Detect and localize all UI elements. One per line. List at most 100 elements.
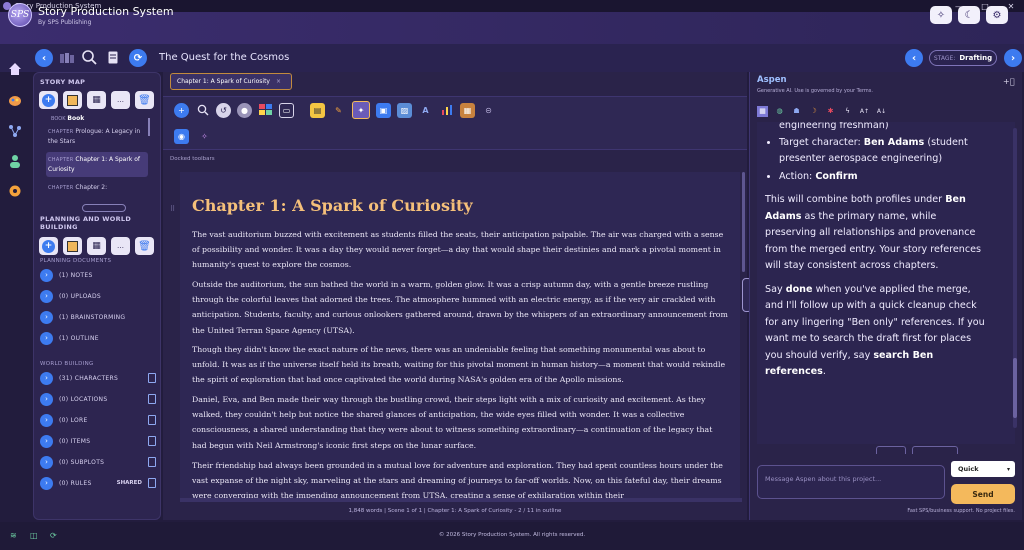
nav-label: (31) CHARACTERS — [59, 374, 119, 382]
back-button[interactable]: ‹ — [35, 49, 53, 67]
picture-icon[interactable]: ▨ — [397, 102, 412, 118]
moon-icon[interactable]: ☽ — [808, 106, 819, 117]
theme-toggle-button[interactable]: ☾ — [958, 6, 980, 24]
image-button[interactable] — [63, 237, 82, 255]
palette-icon[interactable] — [8, 94, 22, 108]
reply-button[interactable] — [912, 446, 958, 454]
home-icon[interactable] — [8, 62, 22, 76]
stage-selector[interactable]: STAGE: Drafting — [929, 50, 997, 66]
editor-scrollbar[interactable] — [742, 172, 745, 272]
tree-scrollbar[interactable] — [148, 118, 150, 136]
globe-icon[interactable]: ◍ — [774, 106, 785, 117]
next-stage-button[interactable]: › — [1004, 49, 1022, 67]
paragraph[interactable]: Their friendship had always been grounde… — [192, 458, 728, 498]
bot-icon[interactable]: ☗ — [791, 106, 802, 117]
magic-wand-button[interactable]: ✧ — [930, 6, 952, 24]
bug-icon[interactable]: ✱ — [825, 106, 836, 117]
paragraph[interactable]: The vast auditorium buzzed with exciteme… — [192, 227, 728, 273]
chart-icon[interactable] — [439, 103, 454, 118]
nav-rules[interactable]: › (0) RULES SHARED — [40, 475, 156, 491]
document-icon[interactable] — [148, 373, 156, 383]
add-button[interactable]: + — [39, 237, 58, 255]
app-subtitle: By SPS Publishing — [38, 19, 92, 26]
document-icon[interactable] — [148, 457, 156, 467]
paragraph[interactable]: Outside the auditorium, the sun bathed t… — [192, 277, 728, 338]
books-icon[interactable] — [60, 53, 74, 63]
nav-items[interactable]: › (0) ITEMS — [40, 433, 156, 449]
bullet-name: Ben Adams — [863, 136, 925, 148]
pencil-icon[interactable]: ✎ — [331, 103, 346, 118]
book-item[interactable]: BOOK Book — [51, 115, 84, 122]
add-icon[interactable]: + — [174, 102, 189, 118]
delete-button[interactable]: 🗑 — [135, 237, 154, 255]
search-icon[interactable] — [195, 103, 210, 118]
nav-uploads[interactable]: › (0) UPLOADS — [40, 288, 156, 304]
font-decrease-icon[interactable]: A↓ — [876, 106, 887, 117]
settings-button[interactable]: ⚙ — [986, 6, 1008, 24]
user-icon[interactable] — [8, 154, 22, 168]
nav-subplots[interactable]: › (0) SUBPLOTS — [40, 454, 156, 470]
nav-locations[interactable]: › (0) LOCATIONS — [40, 391, 156, 407]
document-icon[interactable] — [148, 478, 156, 488]
prev-stage-button[interactable]: ‹ — [905, 49, 923, 67]
magic-button[interactable]: ✦ — [352, 101, 370, 119]
dock-toggle-icon[interactable]: +⃞ — [1003, 77, 1015, 86]
collapse-handle[interactable] — [82, 204, 126, 212]
image-button[interactable] — [63, 91, 82, 109]
record-icon[interactable]: ● — [237, 102, 252, 118]
tab-chapter-1[interactable]: Chapter 1: A Spark of Curiosity × — [170, 73, 292, 90]
nav-characters[interactable]: › (31) CHARACTERS — [40, 370, 156, 386]
nav-lore[interactable]: › (0) LORE — [40, 412, 156, 428]
lightning-icon[interactable]: ϟ — [842, 106, 853, 117]
send-button[interactable]: Send — [951, 484, 1015, 504]
document-icon[interactable] — [148, 415, 156, 425]
document-icon[interactable] — [108, 51, 118, 64]
chat-paragraph: Say done when you've applied the merge, … — [765, 282, 989, 381]
more-button[interactable]: … — [111, 237, 130, 255]
copy-button[interactable] — [876, 446, 906, 454]
chat-scrollbar[interactable] — [1013, 128, 1017, 428]
horizontal-scrollbar[interactable] — [180, 498, 742, 502]
format-icon[interactable]: ▭ — [279, 102, 294, 118]
undo-icon[interactable]: ↺ — [216, 102, 231, 118]
structure-button[interactable]: ▦ — [87, 237, 106, 255]
message-input[interactable]: Message Aspen about this project... — [757, 465, 945, 499]
chapter-item[interactable]: CHAPTER Chapter 2: — [48, 183, 148, 193]
calendar-icon[interactable]: ▦ — [757, 105, 768, 117]
drag-handle-icon[interactable]: ⠿ — [170, 205, 175, 213]
add-button[interactable]: + — [39, 91, 58, 109]
document-icon[interactable] — [148, 394, 156, 404]
box-icon[interactable]: ▦ — [460, 102, 475, 118]
font-increase-icon[interactable]: A↑ — [859, 106, 870, 117]
mode-select[interactable]: Quick ▾ — [951, 461, 1015, 477]
link-icon[interactable]: ⊝ — [481, 103, 496, 118]
gear-icon[interactable] — [8, 184, 22, 198]
chapter-heading[interactable]: Chapter 1: A Spark of Curiosity — [192, 196, 473, 215]
paragraph[interactable]: Daniel, Eva, and Ben made their way thro… — [192, 392, 728, 453]
nav-outline[interactable]: › (1) OUTLINE — [40, 330, 156, 346]
structure-button[interactable]: ▦ — [87, 91, 106, 109]
shared-badge: SHARED — [116, 480, 142, 486]
nav-brainstorming[interactable]: › (1) BRAINSTORMING — [40, 309, 156, 325]
note-icon[interactable]: ▤ — [310, 102, 325, 118]
paragraph[interactable]: Though they didn't know the exact nature… — [192, 342, 728, 388]
sync-button[interactable]: ⟳ — [129, 49, 147, 67]
chevron-right-icon: › — [40, 434, 53, 448]
nav-label: (1) NOTES — [59, 271, 93, 279]
chat-transcript: engineering freshman) Target character: … — [757, 122, 1015, 444]
font-icon[interactable]: A — [418, 103, 433, 118]
document-icon[interactable] — [148, 436, 156, 446]
image-icon[interactable]: ▣ — [376, 102, 391, 118]
nav-notes[interactable]: › (1) NOTES — [40, 267, 156, 283]
sparkle-icon[interactable]: ✧ — [197, 129, 212, 144]
chevron-right-icon: › — [40, 371, 53, 385]
chapter-item[interactable]: CHAPTER Prologue: A Legacy in the Stars — [48, 127, 148, 147]
delete-button[interactable]: 🗑 — [135, 91, 154, 109]
network-icon[interactable] — [8, 124, 22, 138]
more-button[interactable]: … — [111, 91, 130, 109]
search-icon[interactable] — [81, 49, 97, 65]
close-tab-icon[interactable]: × — [276, 78, 281, 85]
chapter-item-selected[interactable]: CHAPTER Chapter 1: A Spark of Curiosity — [48, 155, 148, 175]
capture-icon[interactable]: ◉ — [174, 129, 189, 144]
palette-icon[interactable] — [258, 103, 273, 118]
